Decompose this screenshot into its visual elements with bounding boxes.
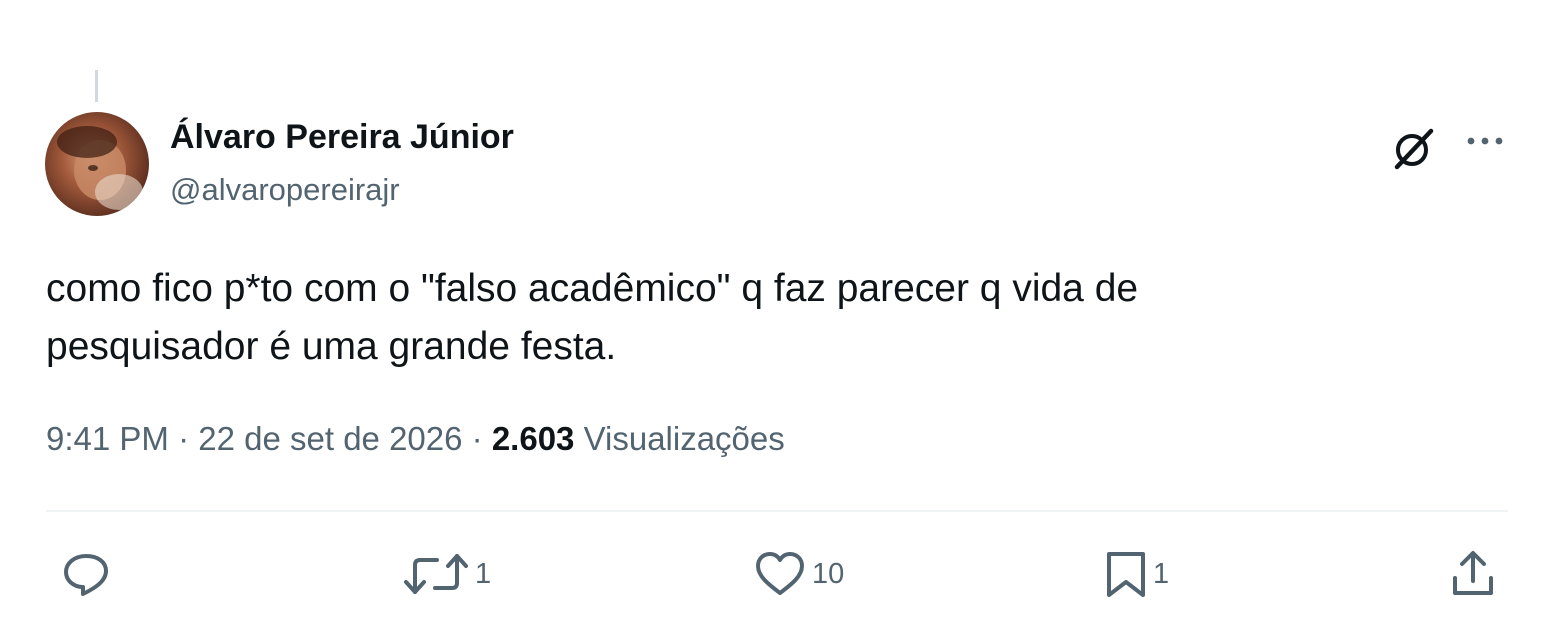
tweet-text-line: como fico p*to com o "falso acadêmico" q… <box>46 267 1139 310</box>
tweet-date[interactable]: 22 de set de 2026 <box>198 420 462 457</box>
author-display-name[interactable]: Álvaro Pereira Júnior <box>170 118 514 157</box>
tweet-card: Álvaro Pereira Júnior @alvaropereirajr c… <box>0 0 1548 632</box>
bookmark-button[interactable]: 1 <box>1103 548 1169 600</box>
meta-separator: · <box>471 420 483 457</box>
tweet-text: como fico p*to com o "falso acadêmico" q… <box>46 260 1346 376</box>
meta-separator: · <box>178 420 190 457</box>
reply-icon <box>64 554 108 596</box>
grok-icon[interactable] <box>1391 125 1437 171</box>
views-count: 2.603 <box>491 420 575 457</box>
retweet-icon <box>404 554 468 594</box>
tweet-meta: 9:41 PM · 22 de set de 2026 · 2.603 Visu… <box>46 420 785 458</box>
retweet-count: 1 <box>475 557 492 590</box>
bookmark-count: 1 <box>1153 557 1170 590</box>
more-icon[interactable] <box>1462 126 1508 156</box>
thread-line <box>95 70 98 102</box>
like-button[interactable]: 10 <box>752 548 844 600</box>
like-count: 10 <box>812 557 845 590</box>
author-handle[interactable]: @alvaropereirajr <box>170 172 400 208</box>
retweet-button[interactable]: 1 <box>401 548 491 600</box>
share-icon <box>1453 551 1493 595</box>
divider <box>46 510 1508 512</box>
tweet-time[interactable]: 9:41 PM <box>46 420 169 457</box>
bookmark-icon <box>1107 552 1145 597</box>
share-button[interactable] <box>1447 548 1503 600</box>
heart-icon <box>756 552 804 595</box>
avatar[interactable] <box>45 112 149 216</box>
tweet-text-line: pesquisador é uma grande festa. <box>46 325 617 368</box>
views-label: Visualizações <box>583 420 785 457</box>
reply-button[interactable] <box>60 548 116 600</box>
